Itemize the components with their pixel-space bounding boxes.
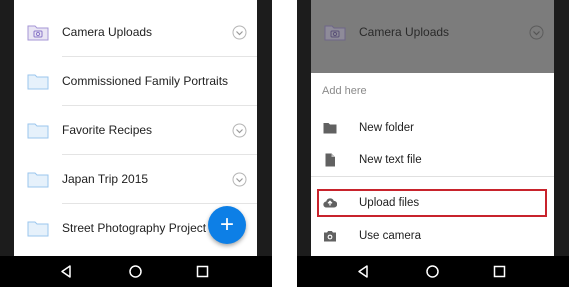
camera-icon — [324, 231, 336, 242]
right-phone: Camera Uploads Add here New folder New t… — [297, 0, 569, 287]
file-name: Japan Trip 2015 — [62, 172, 149, 186]
sheet-divider — [311, 176, 554, 177]
recents-icon[interactable] — [491, 263, 508, 280]
document-icon — [325, 153, 335, 167]
file-row-favorite-recipes[interactable]: Favorite Recipes — [14, 106, 257, 155]
file-name: Commissioned Family Portraits — [62, 74, 229, 88]
chevron-down-icon[interactable] — [232, 25, 247, 40]
file-name: Favorite Recipes — [62, 123, 153, 137]
folder-icon — [27, 74, 49, 90]
chevron-down-icon — [529, 25, 544, 40]
highlight-box — [317, 189, 547, 217]
sheet-title: Add here — [322, 85, 367, 97]
android-nav-bar — [297, 256, 569, 287]
chevron-down-icon[interactable] — [232, 172, 247, 187]
home-icon[interactable] — [127, 263, 144, 280]
folder-icon — [27, 221, 49, 237]
menu-label: New folder — [359, 122, 414, 134]
folder-icon — [323, 123, 337, 134]
menu-new-text-file[interactable]: New text file — [311, 144, 554, 176]
add-fab-button[interactable]: + — [208, 206, 246, 244]
camera-folder-icon — [27, 25, 49, 41]
folder-icon — [27, 172, 49, 188]
back-icon[interactable] — [355, 263, 372, 280]
dimmed-background[interactable]: Camera Uploads — [311, 0, 554, 73]
left-screen: Camera Uploads Commissioned Family Portr… — [14, 0, 257, 256]
recents-icon[interactable] — [194, 263, 211, 280]
file-row-commissioned-family-portraits[interactable]: Commissioned Family Portraits — [14, 57, 257, 106]
menu-use-camera[interactable]: Use camera — [311, 220, 554, 252]
folder-icon — [27, 123, 49, 139]
back-icon[interactable] — [58, 263, 75, 280]
menu-label: Use camera — [359, 230, 421, 242]
home-icon[interactable] — [424, 263, 441, 280]
right-screen: Camera Uploads Add here New folder New t… — [311, 0, 554, 256]
add-here-sheet: Add here New folder New text file Upload… — [311, 73, 554, 256]
file-row-camera-uploads: Camera Uploads — [311, 8, 554, 57]
file-row-japan-trip-2015[interactable]: Japan Trip 2015 — [14, 155, 257, 204]
file-name: Camera Uploads — [62, 25, 153, 39]
file-name: Camera Uploads — [359, 25, 450, 39]
menu-new-folder[interactable]: New folder — [311, 112, 554, 144]
file-name: Street Photography Project — [62, 221, 207, 235]
android-nav-bar — [0, 256, 272, 287]
file-row-camera-uploads[interactable]: Camera Uploads — [14, 8, 257, 57]
camera-folder-icon — [324, 25, 346, 41]
menu-label: New text file — [359, 154, 422, 166]
chevron-down-icon[interactable] — [232, 123, 247, 138]
left-phone: Camera Uploads Commissioned Family Portr… — [0, 0, 272, 287]
